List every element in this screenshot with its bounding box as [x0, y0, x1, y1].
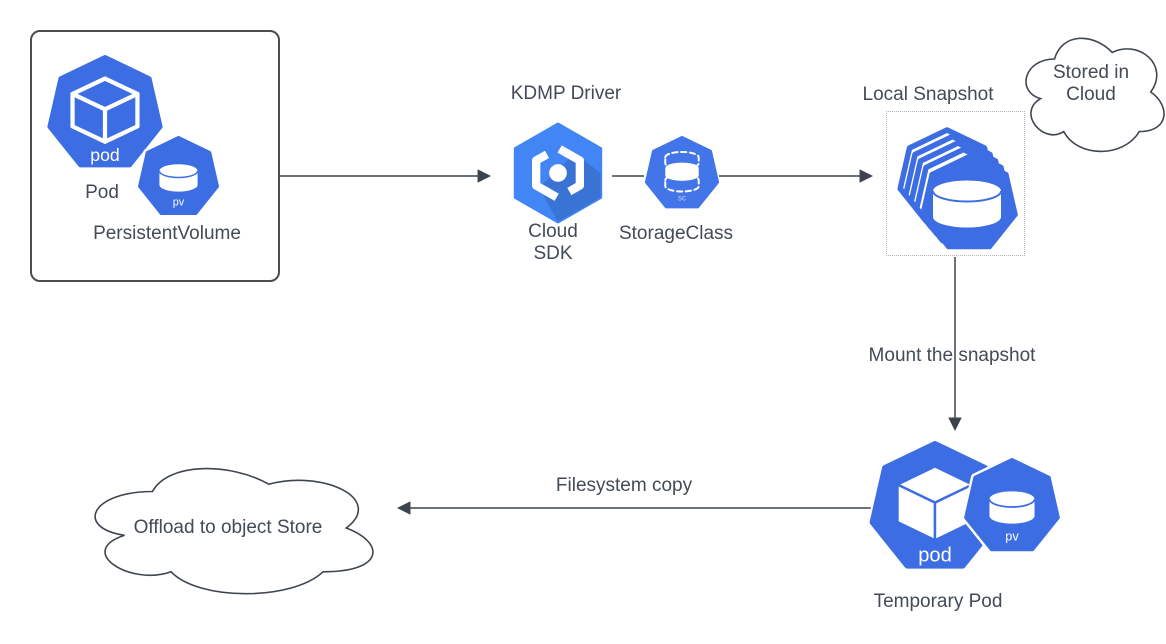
- cloud-sdk-icon[interactable]: [506, 121, 610, 225]
- storageclass-caption: StorageClass: [619, 223, 733, 245]
- pv-icon[interactable]: pv: [137, 136, 220, 219]
- pv-badge: pv: [173, 197, 185, 209]
- storageclass-icon[interactable]: sc: [644, 136, 720, 212]
- cylinder-icon: [933, 181, 1001, 228]
- filesystem-copy-edge-label: Filesystem copy: [556, 475, 692, 497]
- pod-badge: pod: [918, 545, 952, 567]
- persistentvolume-caption: PersistentVolume: [93, 223, 241, 245]
- temporary-pv-icon[interactable]: pv: [963, 458, 1061, 556]
- local-snapshot-title: Local Snapshot: [863, 84, 994, 106]
- kdmp-driver-title: KDMP Driver: [511, 83, 622, 105]
- offload-cloud-label: Offload to object Store: [134, 517, 323, 539]
- sc-badge: sc: [678, 194, 686, 203]
- temporary-pod-caption: Temporary Pod: [874, 591, 1003, 613]
- pod-badge: pod: [90, 145, 120, 165]
- mount-snapshot-edge-label: Mount the snapshot: [869, 345, 1036, 367]
- pv-badge: pv: [1005, 528, 1019, 543]
- snapshot-stack-icon[interactable]: [886, 111, 1025, 256]
- cloud-sdk-caption: Cloud SDK: [528, 221, 578, 265]
- stored-in-cloud-label: Stored in Cloud: [1053, 62, 1129, 106]
- pod-caption: Pod: [85, 182, 119, 204]
